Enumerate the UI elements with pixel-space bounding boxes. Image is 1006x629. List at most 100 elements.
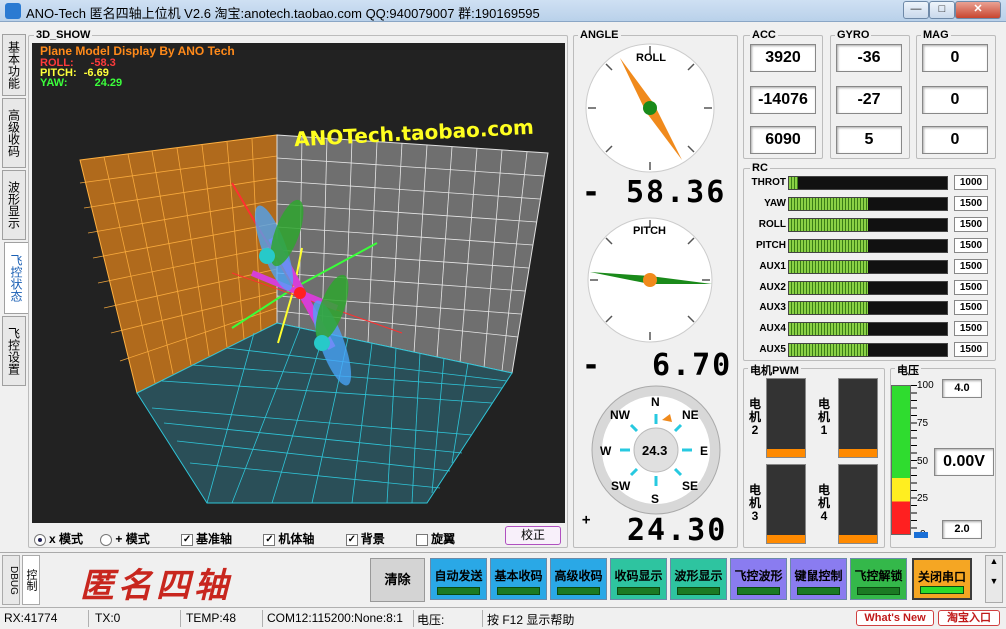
body-axis-checkbox[interactable]: ✓ 机体轴 xyxy=(263,532,314,546)
mag-label: MAG xyxy=(921,29,951,41)
tab-advanced-recv[interactable]: 高级收码 xyxy=(2,98,26,168)
flight-unlock-button[interactable]: 飞控解锁 xyxy=(850,558,907,600)
tab-flight-settings[interactable]: 飞控设置 xyxy=(2,316,26,386)
3d-viewport[interactable]: Plane Model Display By ANO Tech ROLL: -5… xyxy=(32,43,565,523)
acc-label: ACC xyxy=(750,29,778,41)
background-checkbox[interactable]: ✓ 背景 xyxy=(345,532,385,546)
scroll-arrow[interactable]: ▲ ▼ xyxy=(985,555,1003,603)
voltage-tick-75: 75 xyxy=(917,418,929,429)
rc-channel-value: 1500 xyxy=(954,300,988,316)
rc-channel-bar xyxy=(788,176,948,190)
rc-row-pitch: PITCH 1500 xyxy=(748,237,993,255)
compass-se: SE xyxy=(682,479,699,493)
rc-channel-fill xyxy=(789,177,799,189)
title-bar: ANO-Tech 匿名四轴上位机 V2.6 淘宝:anotech.taobao.… xyxy=(0,0,1006,22)
acc-z: 6090 xyxy=(750,126,816,154)
mag-y: 0 xyxy=(922,86,988,114)
gyro-x: -36 xyxy=(836,44,902,72)
flight-wave-button[interactable]: 飞控波形 xyxy=(730,558,787,600)
roll-sign: - xyxy=(582,175,603,210)
status-voltage: 电压: xyxy=(417,613,445,627)
clear-button[interactable]: 清除 xyxy=(370,558,425,602)
mag-z: 0 xyxy=(922,126,988,154)
basic-recv-lamp xyxy=(497,587,540,595)
voltage-tick-50: 50 xyxy=(917,456,929,467)
motor2-fill xyxy=(767,449,805,457)
rc-channel-fill xyxy=(789,197,868,210)
voltage-tick-100: 100 xyxy=(917,380,934,391)
status-tx: TX:0 xyxy=(95,611,121,625)
voltage-label: 电压 xyxy=(895,362,921,378)
voltage-pointer xyxy=(914,532,928,538)
close-port-label: 关闭串口 xyxy=(917,570,966,584)
rc-row-aux2: AUX2 1500 xyxy=(748,279,993,297)
compass-ne: NE xyxy=(682,408,699,422)
plus-mode-radio[interactable]: + 模式 xyxy=(100,532,150,546)
rc-channel-value: 1500 xyxy=(954,342,988,358)
advanced-recv-button[interactable]: 高级收码 xyxy=(550,558,607,600)
pitch-reading: 6.70 xyxy=(652,348,733,383)
minimize-button[interactable]: — xyxy=(903,1,929,19)
taobao-entry-link[interactable]: 淘宝入口 xyxy=(938,610,1000,626)
tab-debug[interactable]: DBUG xyxy=(2,555,20,605)
rc-channel-label: AUX5 xyxy=(759,344,786,356)
basic-recv-button[interactable]: 基本收码 xyxy=(490,558,547,600)
waveform-display-label: 波形显示 xyxy=(674,569,723,583)
waveform-display-button[interactable]: 波形显示 xyxy=(670,558,727,600)
status-divider xyxy=(413,610,414,627)
roll-reading: 58.36 xyxy=(626,175,727,210)
motor1-label: 电机1 xyxy=(817,397,830,437)
compass-nw: NW xyxy=(610,408,630,422)
gyro-z: 5 xyxy=(836,126,902,154)
rc-row-roll: ROLL 1500 xyxy=(748,216,993,234)
rc-channel-value: 1500 xyxy=(954,321,988,337)
close-button[interactable]: ✕ xyxy=(955,1,1001,19)
acc-y: -14076 xyxy=(750,86,816,114)
tab-waveform[interactable]: 波形显示 xyxy=(2,170,26,240)
rc-channel-fill xyxy=(789,239,868,252)
rc-channel-value: 1500 xyxy=(954,279,988,295)
status-bar: RX:41774 TX:0 TEMP:48 COM12:115200:None:… xyxy=(0,607,1006,629)
background-label: 背景 xyxy=(360,532,385,546)
side-tab-strip: 基本功能 高级收码 波形显示 飞控状态 飞控设置 xyxy=(2,26,28,386)
tab-control[interactable]: 控制 xyxy=(22,555,40,605)
calibrate-button[interactable]: 校正 xyxy=(505,526,561,545)
flight-wave-label: 飞控波形 xyxy=(734,569,783,583)
app-icon xyxy=(5,3,21,19)
logo-text: 匿名四轴 xyxy=(80,566,232,606)
recv-display-button[interactable]: 收码显示 xyxy=(610,558,667,600)
x-mode-radio[interactable]: x 模式 xyxy=(34,532,83,546)
rc-channel-fill xyxy=(789,218,868,231)
rc-channel-label: AUX2 xyxy=(759,281,786,293)
advanced-recv-lamp xyxy=(557,587,600,595)
kb-mouse-control-button[interactable]: 键鼠控制 xyxy=(790,558,847,600)
auto-send-button[interactable]: 自动发送 xyxy=(430,558,487,600)
maximize-button[interactable]: □ xyxy=(929,1,955,19)
voltage-top-value: 4.0 xyxy=(942,379,982,398)
yaw-readout: YAW: 24.29 xyxy=(40,77,122,89)
close-port-button[interactable]: 关闭串口 xyxy=(912,558,972,600)
plus-mode-label: + 模式 xyxy=(115,532,150,546)
waveform-display-lamp xyxy=(677,587,720,595)
motor1-fill xyxy=(839,449,877,457)
yaw-label: YAW: xyxy=(40,77,68,89)
recv-display-lamp xyxy=(617,587,660,595)
motor2-label: 电机2 xyxy=(748,397,761,437)
voltage-bottom-value: 2.0 xyxy=(942,520,982,539)
compass-n: N xyxy=(651,395,660,409)
rc-channel-value: 1000 xyxy=(954,175,988,190)
rc-label: RC xyxy=(750,162,770,174)
gyro-y: -27 xyxy=(836,86,902,114)
rc-channel-bar xyxy=(788,238,948,253)
voltage-tick-25: 25 xyxy=(917,493,929,504)
flight-unlock-lamp xyxy=(857,587,900,595)
base-axis-checkbox[interactable]: ✓ 基准轴 xyxy=(181,532,232,546)
motor4-bar xyxy=(838,464,878,544)
status-temp: TEMP:48 xyxy=(186,611,237,625)
whats-new-link[interactable]: What's New xyxy=(856,610,934,626)
tab-flight-status[interactable]: 飞控状态 xyxy=(4,242,28,314)
tab-basic[interactable]: 基本功能 xyxy=(2,34,26,96)
rotor-checkbox[interactable]: 旋翼 xyxy=(416,532,455,546)
window-title: ANO-Tech 匿名四轴上位机 V2.6 淘宝:anotech.taobao.… xyxy=(26,6,540,21)
rc-channel-label: YAW xyxy=(764,197,786,209)
